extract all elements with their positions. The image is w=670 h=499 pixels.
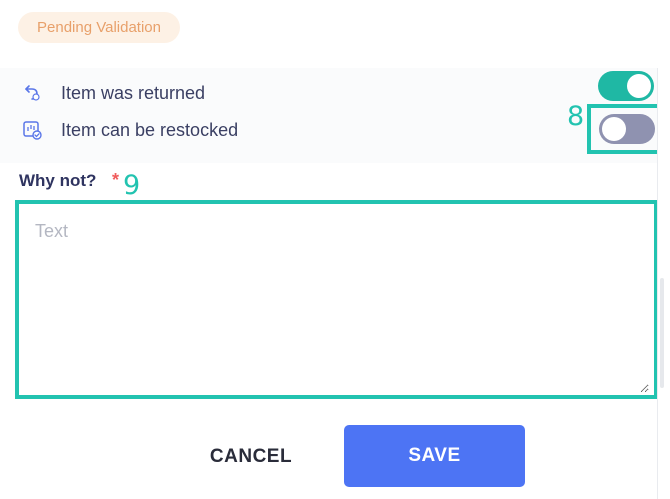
annotation-number-reason: 9: [123, 170, 141, 201]
cancel-button[interactable]: CANCEL: [188, 426, 314, 488]
option-label-returned: Item was returned: [61, 82, 206, 103]
toggle-knob: [627, 74, 651, 98]
save-button[interactable]: SAVE: [344, 425, 525, 487]
status-badge: Pending Validation: [18, 12, 180, 43]
scrollbar-track[interactable]: [657, 68, 670, 499]
option-label-restocked: Item can be restocked: [61, 119, 239, 140]
scrollbar-thumb[interactable]: [660, 278, 664, 388]
return-item-form: Pending Validation Item was returned Ite…: [0, 0, 670, 499]
returned-toggle-clip: [596, 68, 660, 104]
return-arrow-icon: [20, 81, 44, 105]
annotation-box-toggle: [587, 104, 666, 154]
annotation-number-toggle: 8: [567, 101, 585, 132]
reason-field-label: Why not?: [19, 171, 97, 190]
required-asterisk: *: [112, 170, 120, 190]
restock-box-check-icon: [20, 118, 44, 142]
option-row-returned: Item was returned: [20, 80, 205, 106]
reason-textarea[interactable]: [21, 206, 649, 393]
returned-toggle[interactable]: [598, 71, 654, 101]
option-row-restocked: Item can be restocked: [20, 117, 238, 143]
